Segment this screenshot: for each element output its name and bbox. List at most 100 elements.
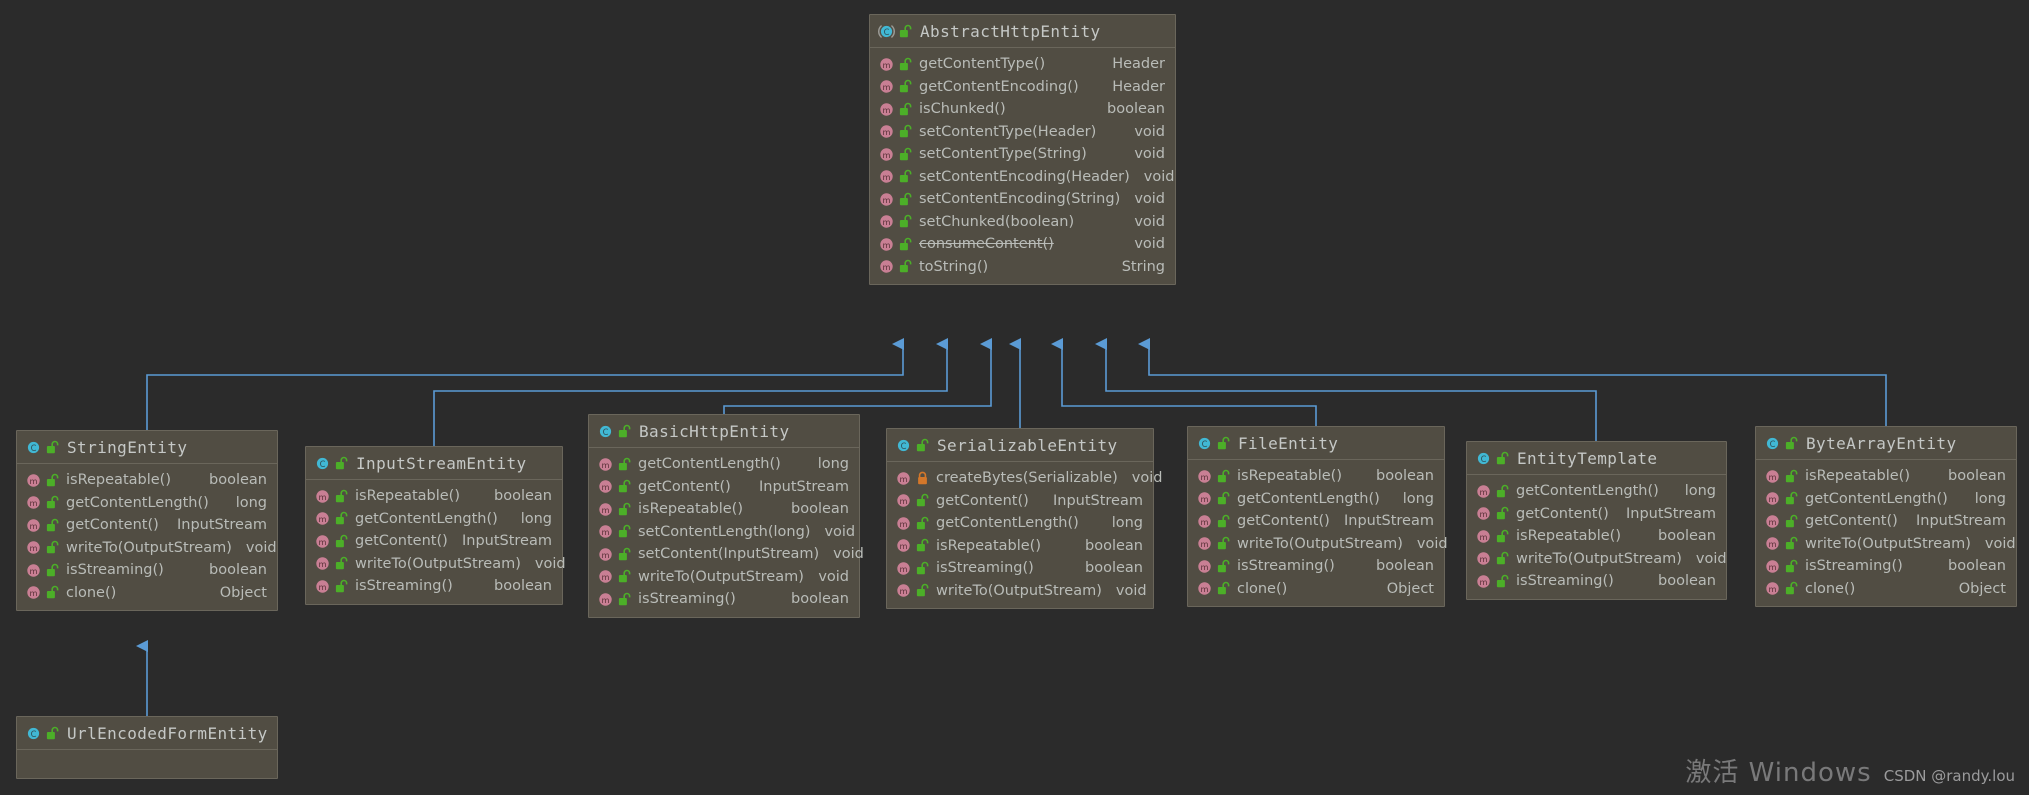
svg-text:m: m xyxy=(1201,539,1209,549)
method-row[interactable]: m clone() Object xyxy=(1188,578,1444,601)
svg-text:m: m xyxy=(602,482,610,492)
method-row[interactable]: m createBytes(Serializable) void xyxy=(887,467,1162,490)
method-row[interactable]: m isChunked() boolean xyxy=(870,98,1175,121)
edge-file-entity xyxy=(1051,338,1317,426)
class-icon: C xyxy=(1764,435,1781,452)
uml-class-entity-template[interactable]: C EntityTemplate m getContentLength() long m g… xyxy=(1466,441,1727,600)
method-icon: m xyxy=(878,191,895,208)
method-signature-label: setContentType(Header) xyxy=(919,123,1097,140)
method-row[interactable]: m getContent() InputStream xyxy=(1756,510,2016,533)
uml-class-string-entity[interactable]: C StringEntity m isRepeatable() boolean m getC… xyxy=(16,430,278,611)
method-row[interactable]: m writeTo(OutputStream) void xyxy=(887,580,1153,603)
method-row[interactable]: m setContentType(Header) void xyxy=(870,121,1175,144)
method-return-type-label: boolean xyxy=(1658,528,1716,545)
class-header-basic-http-entity[interactable]: C BasicHttpEntity xyxy=(589,415,859,448)
method-return-type-label: void xyxy=(824,523,856,540)
class-name-label: StringEntity xyxy=(67,437,188,457)
method-icon: m xyxy=(1764,490,1781,507)
method-row[interactable]: m setContentEncoding(Header) void xyxy=(870,166,1175,189)
uml-class-file-entity[interactable]: C FileEntity m isRepeatable() boolean m getCon… xyxy=(1187,426,1448,607)
method-row[interactable]: m getContent() InputStream xyxy=(887,490,1153,513)
method-row[interactable]: m isStreaming() boolean xyxy=(17,559,277,582)
method-row[interactable]: m isStreaming() boolean xyxy=(1467,570,1726,593)
method-row[interactable]: m getContentLength() long xyxy=(1756,488,2016,511)
method-icon: m xyxy=(1764,535,1781,552)
class-header-file-entity[interactable]: C FileEntity xyxy=(1188,427,1444,460)
method-row[interactable]: m getContentLength() long xyxy=(306,508,562,531)
svg-text:C: C xyxy=(1202,439,1208,449)
svg-text:C: C xyxy=(603,427,609,437)
method-row[interactable]: m getContentLength() long xyxy=(1467,480,1726,503)
method-icon: m xyxy=(878,213,895,230)
method-return-type-label: void xyxy=(833,546,864,563)
method-row[interactable]: m isRepeatable() boolean xyxy=(1756,465,2016,488)
method-row[interactable]: m isRepeatable() boolean xyxy=(589,498,859,521)
uml-class-serializable-entity[interactable]: C SerializableEntity m createBytes(Serializ… xyxy=(886,428,1162,609)
method-row[interactable]: m setContentEncoding(String) void xyxy=(870,188,1175,211)
lock-open-green-icon xyxy=(618,502,631,517)
method-return-type-label: boolean xyxy=(791,591,849,608)
method-row[interactable]: m getContent() InputStream xyxy=(1467,503,1726,526)
lock-open-green-icon xyxy=(1496,574,1509,589)
method-row[interactable]: m getContent() InputStream xyxy=(589,476,859,499)
method-row[interactable]: m isRepeatable() boolean xyxy=(887,535,1153,558)
class-header-byte-array-entity[interactable]: C ByteArrayEntity xyxy=(1756,427,2016,460)
method-row[interactable]: m isRepeatable() boolean xyxy=(306,485,562,508)
uml-class-byte-array-entity[interactable]: C ByteArrayEntity m isRepeatable() boolean m g… xyxy=(1755,426,2017,607)
lock-open-green-icon xyxy=(618,457,631,472)
class-header-abstract-http-entity[interactable]: C AbstractHttpEntity xyxy=(870,15,1175,48)
method-row[interactable]: m clone() Object xyxy=(17,582,277,605)
method-row[interactable]: m setContentLength(long) void xyxy=(589,521,859,544)
method-row[interactable]: m getContent() InputStream xyxy=(1188,510,1444,533)
method-row[interactable]: m getContentLength() long xyxy=(17,492,277,515)
class-header-serializable-entity[interactable]: C SerializableEntity xyxy=(887,429,1153,462)
svg-text:m: m xyxy=(602,527,610,537)
method-row[interactable]: m isStreaming() boolean xyxy=(1188,555,1444,578)
method-row[interactable]: m isRepeatable() boolean xyxy=(17,469,277,492)
method-row[interactable]: m writeTo(OutputStream) void xyxy=(306,553,566,576)
uml-class-input-stream-entity[interactable]: C InputStreamEntity m isRepeatable() boolean… xyxy=(305,446,566,605)
class-header-url-encoded-form-entity[interactable]: C UrlEncodedFormEntity xyxy=(17,717,277,750)
method-return-type-label: void xyxy=(1115,582,1147,599)
class-header-string-entity[interactable]: C StringEntity xyxy=(17,431,277,464)
method-row[interactable]: m isRepeatable() boolean xyxy=(1467,525,1726,548)
method-row[interactable]: m getContent() InputStream xyxy=(17,514,277,537)
method-signature-label: getContent() xyxy=(1237,513,1330,530)
method-row[interactable]: m toString() String xyxy=(870,256,1175,279)
uml-class-basic-http-entity[interactable]: C BasicHttpEntity m getContentLength() long m… xyxy=(588,414,864,618)
svg-text:m: m xyxy=(319,492,327,502)
method-row[interactable]: m writeTo(OutputStream) void xyxy=(589,566,859,589)
method-row[interactable]: m getContentLength() long xyxy=(589,453,859,476)
method-row[interactable]: m writeTo(OutputStream) void xyxy=(1188,533,1448,556)
method-row[interactable]: m clone() Object xyxy=(1756,578,2016,601)
method-row[interactable]: m isStreaming() boolean xyxy=(887,557,1153,580)
lock-open-green-icon xyxy=(1785,469,1798,484)
method-signature-label: getContent() xyxy=(66,517,159,534)
method-icon: m xyxy=(25,517,42,534)
method-row[interactable]: m getContentType() Header xyxy=(870,53,1175,76)
method-row[interactable]: m isRepeatable() boolean xyxy=(1188,465,1444,488)
uml-class-abstract-http-entity[interactable]: C AbstractHttpEntity m getContentType() Head… xyxy=(869,14,1176,285)
method-row[interactable]: m getContentLength() long xyxy=(1188,488,1444,511)
method-row[interactable]: m consumeContent() void xyxy=(870,233,1175,256)
uml-class-url-encoded-form-entity[interactable]: C UrlEncodedFormEntity xyxy=(16,716,278,779)
method-icon: m xyxy=(25,584,42,601)
method-row[interactable]: m isStreaming() boolean xyxy=(589,588,859,611)
method-row[interactable]: m writeTo(OutputStream) void xyxy=(1467,548,1727,571)
method-row[interactable]: m isStreaming() boolean xyxy=(306,575,562,598)
class-header-input-stream-entity[interactable]: C InputStreamEntity xyxy=(306,447,562,480)
method-return-type-label: InputStream xyxy=(1343,513,1434,530)
method-row[interactable]: m setContentType(String) void xyxy=(870,143,1175,166)
svg-text:m: m xyxy=(602,550,610,560)
method-row[interactable]: m setChunked(boolean) void xyxy=(870,211,1175,234)
method-row[interactable]: m writeTo(OutputStream) void xyxy=(17,537,277,560)
svg-text:C: C xyxy=(901,441,907,451)
method-row[interactable]: m getContentEncoding() Header xyxy=(870,76,1175,99)
method-row[interactable]: m getContentLength() long xyxy=(887,512,1153,535)
method-row[interactable]: m getContent() InputStream xyxy=(306,530,562,553)
method-row[interactable]: m setContent(InputStream) void xyxy=(589,543,864,566)
class-icon: C xyxy=(1196,435,1213,452)
method-row[interactable]: m isStreaming() boolean xyxy=(1756,555,2016,578)
class-header-entity-template[interactable]: C EntityTemplate xyxy=(1467,442,1726,475)
method-row[interactable]: m writeTo(OutputStream) void xyxy=(1756,533,2016,556)
